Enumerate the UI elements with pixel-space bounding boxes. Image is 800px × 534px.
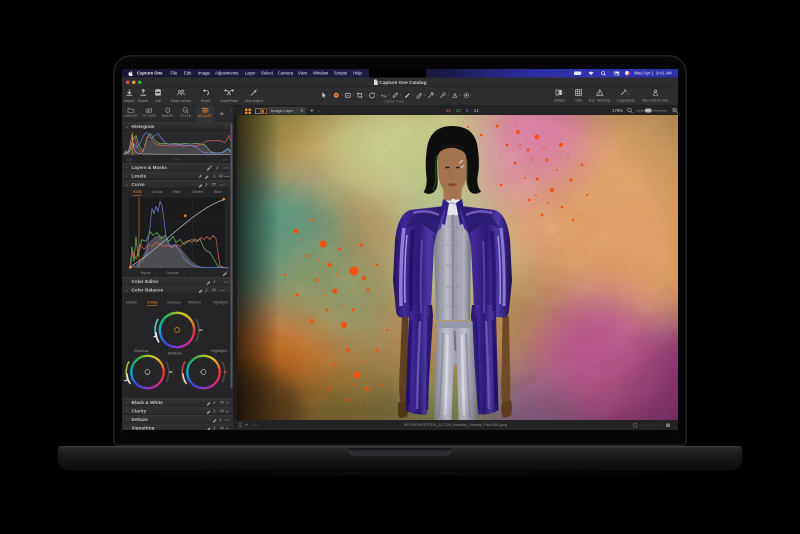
svg-text:Shadow: Shadow (134, 348, 149, 353)
svg-text:0.00: 0.00 (126, 158, 132, 162)
svg-text:Midtone: Midtone (168, 351, 183, 356)
svg-text:1.00: 1.00 (222, 158, 228, 162)
svg-text:Highlight: Highlight (211, 348, 227, 353)
svg-text:0.46: 0.46 (174, 158, 180, 162)
